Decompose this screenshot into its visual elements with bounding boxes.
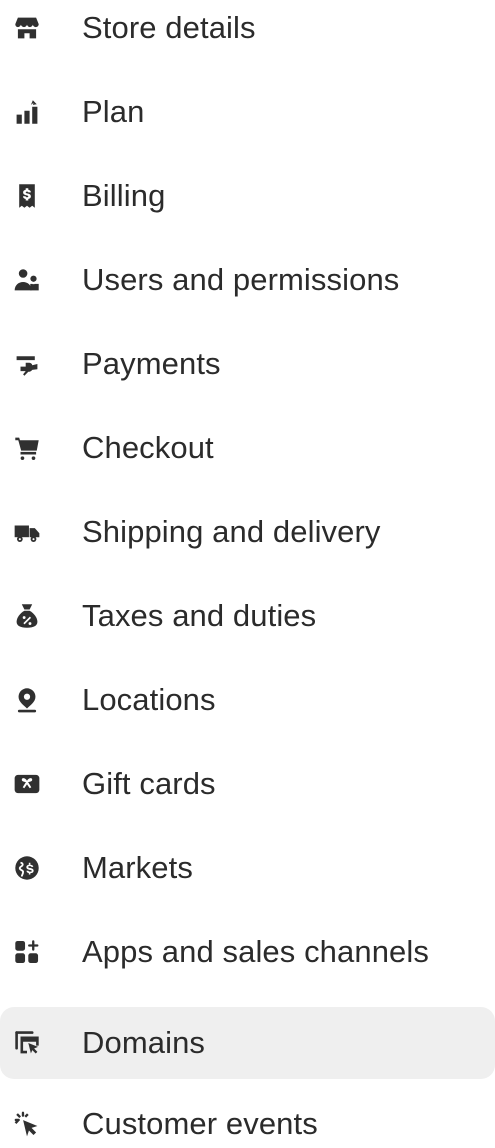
tax-bag-icon xyxy=(14,603,40,629)
sidebar-item-label: Locations xyxy=(82,682,216,717)
sidebar-item-label: Billing xyxy=(82,178,166,213)
payments-icon xyxy=(14,351,40,377)
sidebar-item-payments[interactable]: Payments xyxy=(0,328,495,400)
sidebar-item-shipping-and-delivery[interactable]: Shipping and delivery xyxy=(0,496,495,568)
sidebar-item-gift-cards[interactable]: Gift cards xyxy=(0,748,495,820)
sidebar-item-label: Customer events xyxy=(82,1106,318,1141)
sidebar-item-locations[interactable]: Locations xyxy=(0,664,495,736)
plan-icon xyxy=(14,99,40,125)
sidebar-item-domains[interactable]: Domains xyxy=(0,1007,495,1079)
sidebar-item-markets[interactable]: Markets xyxy=(0,832,495,904)
sidebar-item-customer-events[interactable]: Customer events xyxy=(0,1088,495,1148)
sidebar-item-checkout[interactable]: Checkout xyxy=(0,412,495,484)
truck-icon xyxy=(14,519,40,545)
sidebar-item-apps-and-sales-channels[interactable]: Apps and sales channels xyxy=(0,916,495,988)
users-icon xyxy=(14,267,40,293)
sidebar-item-label: Markets xyxy=(82,850,193,885)
cart-icon xyxy=(14,435,40,461)
sidebar-item-label: Domains xyxy=(82,1025,206,1060)
cursor-click-icon xyxy=(14,1111,40,1137)
gift-card-icon xyxy=(14,771,40,797)
apps-icon xyxy=(14,939,40,965)
sidebar-item-label: Payments xyxy=(82,346,221,381)
sidebar-item-label: Store details xyxy=(82,10,256,45)
store-icon xyxy=(14,15,40,41)
sidebar-item-label: Apps and sales channels xyxy=(82,934,429,969)
sidebar-item-label: Gift cards xyxy=(82,766,216,801)
sidebar-item-label: Shipping and delivery xyxy=(82,514,381,549)
sidebar-item-taxes-and-duties[interactable]: Taxes and duties xyxy=(0,580,495,652)
sidebar-item-users-and-permissions[interactable]: Users and permissions xyxy=(0,244,495,316)
sidebar-item-store-details[interactable]: Store details xyxy=(0,0,495,64)
location-pin-icon xyxy=(14,687,40,713)
billing-icon xyxy=(14,183,40,209)
settings-sidebar: Store details Plan Billing Users and per… xyxy=(0,0,495,1148)
sidebar-item-label: Taxes and duties xyxy=(82,598,317,633)
sidebar-item-billing[interactable]: Billing xyxy=(0,160,495,232)
sidebar-item-label: Plan xyxy=(82,94,145,129)
sidebar-item-plan[interactable]: Plan xyxy=(0,76,495,148)
sidebar-item-label: Users and permissions xyxy=(82,262,400,297)
sidebar-item-label: Checkout xyxy=(82,430,214,465)
globe-icon xyxy=(14,855,40,881)
domains-icon xyxy=(14,1030,40,1056)
